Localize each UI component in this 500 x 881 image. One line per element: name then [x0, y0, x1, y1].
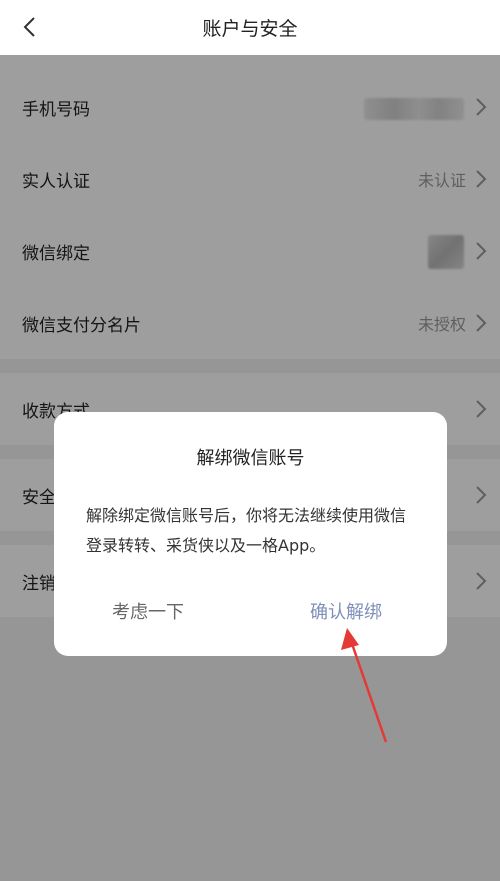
- confirm-unbind-button[interactable]: 确认解绑: [310, 598, 382, 624]
- cancel-button[interactable]: 考虑一下: [112, 598, 184, 624]
- back-button[interactable]: [14, 11, 44, 43]
- unbind-dialog: 解绑微信账号 解除绑定微信账号后，你将无法继续使用微信登录转转、采货侠以及一格A…: [54, 412, 447, 656]
- page-title: 账户与安全: [202, 18, 298, 40]
- chevron-left-icon: [23, 17, 35, 37]
- dialog-message: 解除绑定微信账号后，你将无法继续使用微信登录转转、采货侠以及一格App。: [86, 506, 407, 555]
- dialog-title: 解绑微信账号: [196, 448, 305, 469]
- nav-bar: 账户与安全: [0, 0, 500, 55]
